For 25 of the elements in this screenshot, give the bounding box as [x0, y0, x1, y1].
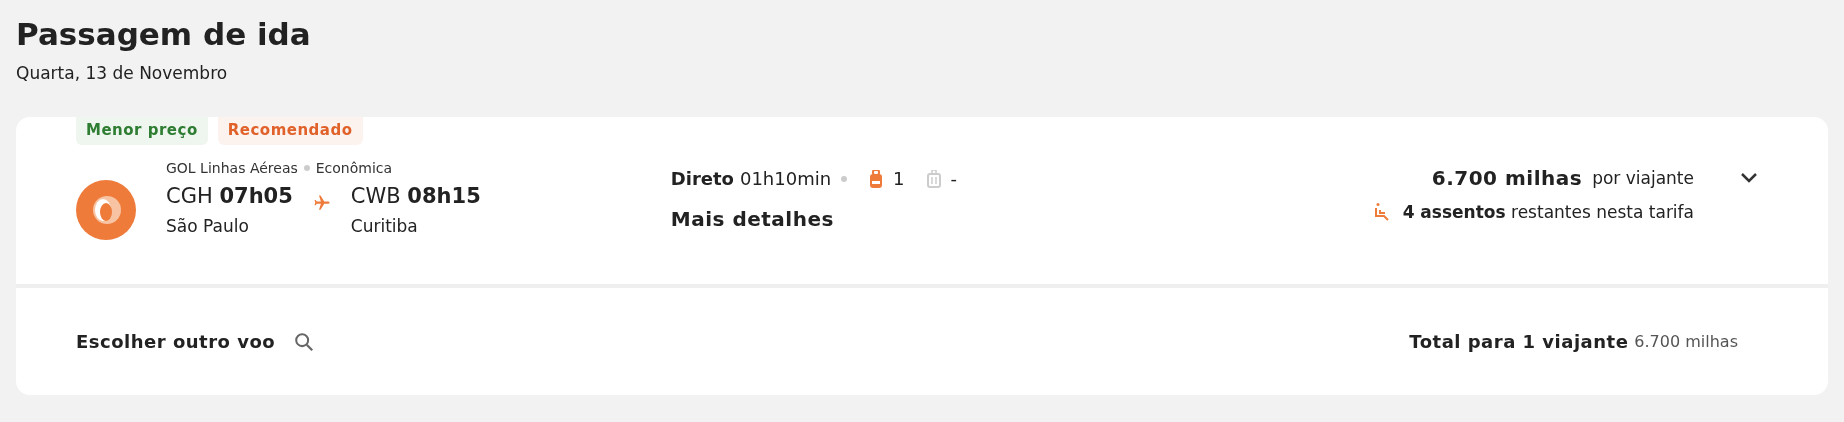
cabin-class: Econômica — [315, 160, 393, 176]
airplane-icon — [312, 194, 331, 212]
price: 6.700 milhas — [1431, 166, 1583, 190]
search-icon[interactable] — [293, 330, 316, 353]
chevron-icon — [1740, 171, 1758, 184]
seats-remaining: 4 assentos restantes nesta tarifa — [1402, 202, 1694, 222]
departure-city: São Paulo — [166, 216, 250, 236]
change-flight-link[interactable]: Escolher outro voo — [76, 331, 276, 352]
price-unit: por viajante — [1592, 168, 1694, 188]
total-label: Total para 1 viajante — [1409, 331, 1629, 352]
baggage-count: 1 — [893, 168, 905, 189]
baggage-count: - — [950, 168, 958, 189]
departure-time: CGH 07h05 — [166, 184, 293, 208]
airline-name: GOL Linhas Aéreas — [166, 160, 298, 176]
flight-date: Quarta, 13 de Novembro — [16, 63, 229, 83]
flight-duration: 01h10min — [739, 168, 832, 189]
arrival-time: CWB 08h15 — [350, 184, 481, 208]
stops-label: Direto — [670, 168, 734, 189]
tag: Menor preço — [76, 117, 208, 145]
tag: Recomendado — [217, 117, 363, 145]
details-link[interactable]: Mais detalhes — [670, 207, 958, 231]
total-price: 6.700 milhas — [1634, 332, 1738, 351]
airline-logo-icon — [76, 180, 136, 240]
page-title: Passagem de ida — [16, 15, 312, 54]
arrival-city: Curitiba — [350, 216, 419, 236]
